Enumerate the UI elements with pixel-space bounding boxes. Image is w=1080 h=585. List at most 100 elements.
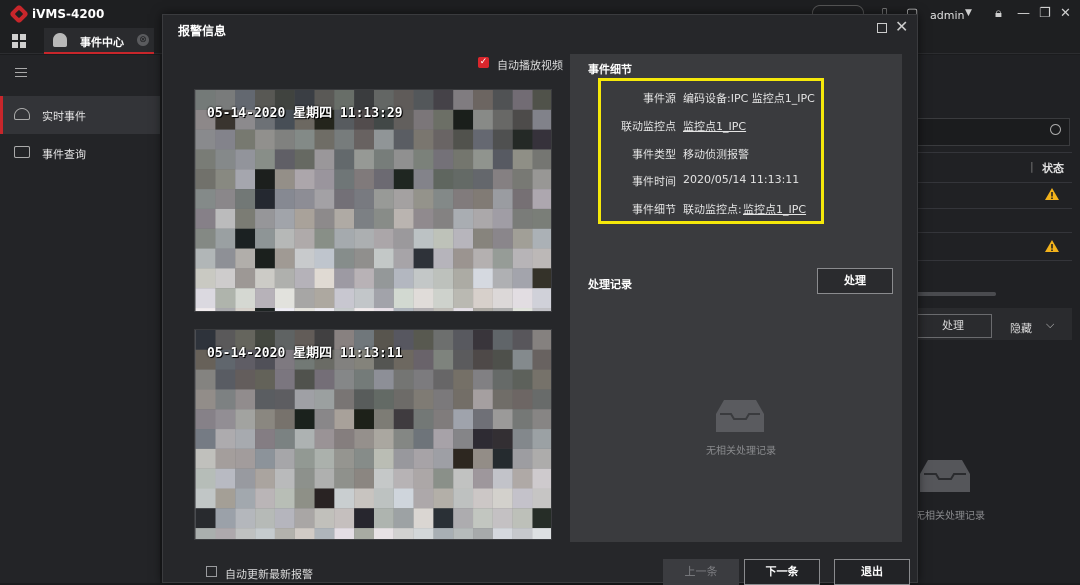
mosaic-tile (195, 488, 216, 509)
mosaic-tile (354, 468, 374, 489)
mosaic-tile (453, 448, 474, 469)
user-dropdown-icon[interactable]: ▼ (965, 8, 972, 18)
mosaic-tile (195, 129, 216, 150)
handle-button[interactable]: 处理 (817, 268, 893, 294)
mosaic-tile (215, 149, 236, 170)
mosaic-tile (473, 208, 493, 229)
restore-icon[interactable]: ❐ (1039, 6, 1051, 21)
mosaic-tile (492, 349, 513, 370)
mosaic-tile (433, 90, 454, 110)
mosaic-tile (492, 228, 513, 249)
mosaic-tile (195, 169, 216, 190)
chevron-down-icon[interactable]: ⌵ (1046, 318, 1054, 332)
exit-button[interactable]: 退出 (834, 559, 910, 585)
next-button[interactable]: 下一条 (744, 559, 820, 585)
mosaic-tile (433, 228, 454, 249)
table-row[interactable] (912, 260, 1072, 261)
table-row[interactable] (912, 208, 1072, 209)
auto-update-checkbox[interactable] (206, 566, 217, 577)
hide-toggle[interactable]: 隐藏 (1010, 320, 1032, 336)
mosaic-tile (354, 389, 374, 410)
mosaic-tile (453, 369, 474, 390)
autoplay-checkbox[interactable]: ✓ (478, 57, 489, 68)
mosaic-tile (373, 208, 394, 229)
mosaic-tile (274, 129, 295, 150)
alarm-video-1[interactable]: 05-14-2020 星期四 11:13:29 (194, 89, 552, 312)
close-app-icon[interactable]: ✕ (1060, 6, 1071, 21)
mosaic-tile (393, 189, 414, 209)
mosaic-tile (235, 448, 256, 469)
mosaic-tile (532, 228, 551, 249)
mosaic-tile (195, 248, 216, 269)
tab-close-icon[interactable]: ⊗ (137, 34, 149, 46)
horizontal-scrollbar[interactable] (912, 292, 996, 296)
mosaic-tile (354, 149, 374, 170)
empty-inbox-icon (716, 400, 764, 432)
mosaic-tile (393, 429, 414, 449)
mosaic-tile (294, 389, 315, 410)
mosaic-tile (255, 208, 275, 229)
close-icon[interactable]: ✕ (895, 17, 908, 36)
mosaic-tile (473, 508, 493, 529)
mosaic-tile (512, 528, 533, 539)
mosaic-tile (235, 169, 256, 190)
mosaic-tile (235, 528, 256, 539)
mosaic-tile (354, 488, 374, 509)
mosaic-tile (314, 129, 335, 150)
mosaic-tile (314, 149, 335, 170)
mosaic-tile (334, 389, 355, 410)
mosaic-tile (393, 149, 414, 170)
mosaic-tile (512, 90, 533, 110)
mosaic-tile (294, 208, 315, 229)
mosaic-tile (492, 448, 513, 469)
mosaic-tile (512, 349, 533, 370)
previous-button[interactable]: 上一条 (663, 559, 739, 585)
mosaic-tile (492, 389, 513, 410)
mosaic-tile (314, 389, 335, 410)
mosaic-tile (453, 169, 474, 190)
mosaic-tile (473, 528, 493, 539)
mosaic-tile (433, 369, 454, 390)
mosaic-tile (473, 268, 493, 289)
module-grid-icon[interactable] (12, 34, 26, 48)
mosaic-tile (294, 528, 315, 539)
mosaic-tile (532, 189, 551, 209)
mosaic-tile (532, 308, 551, 311)
mosaic-tile (532, 330, 551, 350)
mosaic-tile (334, 508, 355, 529)
mosaic-tile (294, 169, 315, 190)
mosaic-tile (255, 288, 275, 309)
search-icon[interactable] (1050, 124, 1061, 135)
mosaic-tile (195, 208, 216, 229)
mosaic-tile (393, 508, 414, 529)
empty-records-text: 无相关处理记录 (915, 511, 985, 522)
mosaic-tile (354, 369, 374, 390)
mosaic-tile (334, 129, 355, 150)
table-row[interactable] (912, 232, 1072, 233)
mosaic-tile (512, 129, 533, 150)
minimize-icon[interactable]: — (1017, 6, 1030, 21)
details-highlight-box (598, 78, 824, 224)
alarm-video-2[interactable]: 05-14-2020 星期四 11:13:11 (194, 329, 552, 540)
mosaic-tile (512, 308, 533, 311)
mosaic-tile (354, 268, 374, 289)
mosaic-tile (274, 369, 295, 390)
mosaic-tile (274, 228, 295, 249)
mosaic-tile (473, 149, 493, 170)
mosaic-tile (294, 409, 315, 430)
mosaic-tile (453, 528, 474, 539)
mosaic-tile (512, 268, 533, 289)
search-input[interactable] (912, 118, 1070, 146)
mosaic-tile (512, 169, 533, 190)
maximize-icon[interactable] (877, 23, 887, 33)
mosaic-tile (294, 448, 315, 469)
user-name[interactable]: admin (930, 9, 964, 22)
mosaic-tile (532, 268, 551, 289)
mosaic-tile (512, 508, 533, 529)
handle-button-bg[interactable]: 处理 (914, 314, 992, 338)
mosaic-tile (255, 448, 275, 469)
screen-lock-icon[interactable]: 🔒︎ (995, 6, 1002, 21)
mosaic-tile (195, 429, 216, 449)
hamburger-menu-icon[interactable] (15, 68, 27, 77)
mosaic-tile (492, 109, 513, 130)
